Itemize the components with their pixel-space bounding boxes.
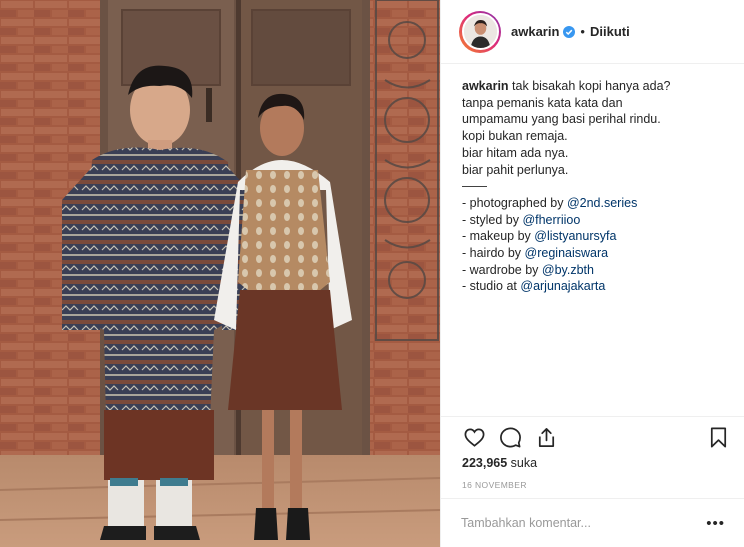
follow-button[interactable]: Diikuti (590, 24, 630, 39)
credit-handle-link[interactable]: @reginaiswara (525, 246, 609, 260)
share-icon (538, 427, 554, 447)
credit-handle-link[interactable]: @listyanursyfa (534, 229, 616, 243)
caption-line: umpamamu yang basi perihal rindu. (462, 112, 661, 127)
credit-handle-link[interactable]: @fherriioo (522, 213, 580, 227)
caption-line: biar pahit perlunya. (462, 162, 569, 177)
credit-line: - photographed by @2nd.series (462, 195, 732, 212)
avatar[interactable] (461, 13, 499, 50)
credit-label: - photographed by (462, 195, 567, 210)
comment-icon (499, 427, 521, 447)
like-button[interactable] (461, 424, 487, 450)
caption-line: tanpa pemanis kata kata dan (462, 95, 623, 110)
avatar-image (463, 15, 497, 48)
post-header: awkarin • Diikuti (441, 0, 744, 64)
caption-line: biar hitam ada nya. (462, 145, 569, 160)
action-bar (461, 424, 731, 450)
caption-line: awkarin tak bisakah kopi hanya ada? (462, 78, 732, 95)
caption-text: tak bisakah kopi hanya ada? (512, 79, 671, 93)
heart-icon (464, 427, 484, 447)
likes-label: suka (510, 456, 538, 470)
credit-label: - wardrobe by (462, 262, 542, 277)
likes-count[interactable]: 223,965 suka (462, 456, 537, 470)
header-separator: • (580, 24, 585, 39)
caption-username[interactable]: awkarin (462, 79, 509, 93)
credit-label: - styled by (462, 212, 523, 227)
comment-bar: ••• (441, 498, 744, 547)
verified-badge-icon (563, 25, 576, 38)
post-photo-illustration (0, 0, 440, 547)
actions-divider (441, 416, 744, 417)
credit-line: - wardrobe by @by.zbth (462, 262, 732, 279)
save-button[interactable] (705, 424, 731, 450)
credit-label: - makeup by (462, 229, 535, 244)
share-button[interactable] (533, 424, 559, 450)
bookmark-icon (710, 427, 726, 447)
caption-line: kopi bukan remaja. (462, 129, 568, 144)
caption-line: —— (462, 179, 487, 194)
post-caption: awkarin tak bisakah kopi hanya ada? tanp… (462, 78, 732, 295)
credit-handle-link[interactable]: @by.zbth (542, 263, 594, 277)
credit-label: - studio at (462, 279, 521, 294)
credit-line: - styled by @fherriioo (462, 212, 732, 229)
story-ring[interactable] (459, 10, 501, 53)
post-photo[interactable] (0, 0, 440, 547)
post-detail-panel: awkarin • Diikuti awkarin tak bisakah ko… (440, 0, 744, 547)
credit-line: - hairdo by @reginaiswara (462, 245, 732, 262)
likes-number: 223,965 (462, 456, 508, 470)
credit-handle-link[interactable]: @arjunajakarta (520, 279, 605, 293)
header-username[interactable]: awkarin (511, 24, 559, 39)
credit-line: - studio at @arjunajakarta (462, 278, 732, 295)
credit-handle-link[interactable]: @2nd.series (567, 196, 637, 210)
more-options-icon[interactable]: ••• (706, 515, 725, 532)
post-date[interactable]: 16 NOVEMBER (462, 480, 527, 490)
credit-label: - hairdo by (462, 246, 525, 261)
comment-input[interactable] (461, 516, 707, 530)
comment-button[interactable] (497, 424, 523, 450)
credit-line: - makeup by @listyanursyfa (462, 228, 732, 245)
